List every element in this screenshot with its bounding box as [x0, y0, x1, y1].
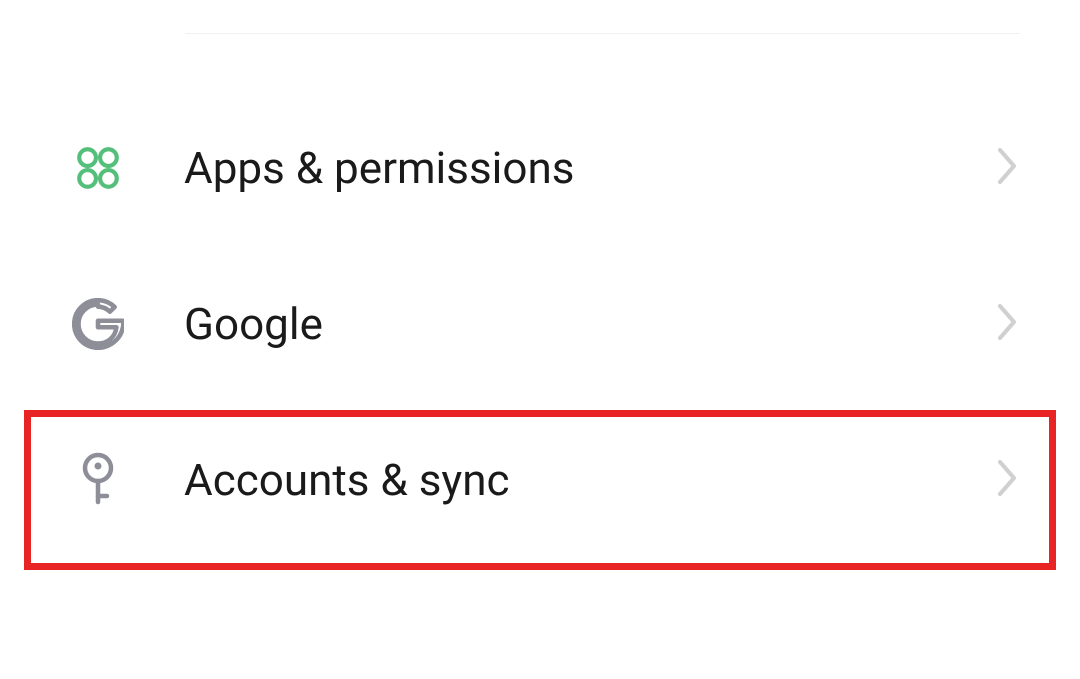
settings-item-label: Apps & permissions	[184, 142, 996, 194]
chevron-right-icon	[996, 146, 1020, 190]
settings-item-accounts-sync[interactable]: Accounts & sync	[0, 422, 1080, 538]
settings-item-google[interactable]: Google	[0, 266, 1080, 382]
settings-list: Apps & permissions Google	[0, 110, 1080, 538]
section-divider	[185, 33, 1020, 34]
settings-item-label: Google	[184, 298, 996, 350]
chevron-right-icon	[996, 458, 1020, 502]
apps-grid-icon	[70, 140, 126, 196]
chevron-right-icon	[996, 302, 1020, 346]
settings-item-label: Accounts & sync	[184, 454, 996, 506]
key-icon	[70, 452, 126, 508]
settings-item-apps-permissions[interactable]: Apps & permissions	[0, 110, 1080, 226]
google-icon	[70, 296, 126, 352]
